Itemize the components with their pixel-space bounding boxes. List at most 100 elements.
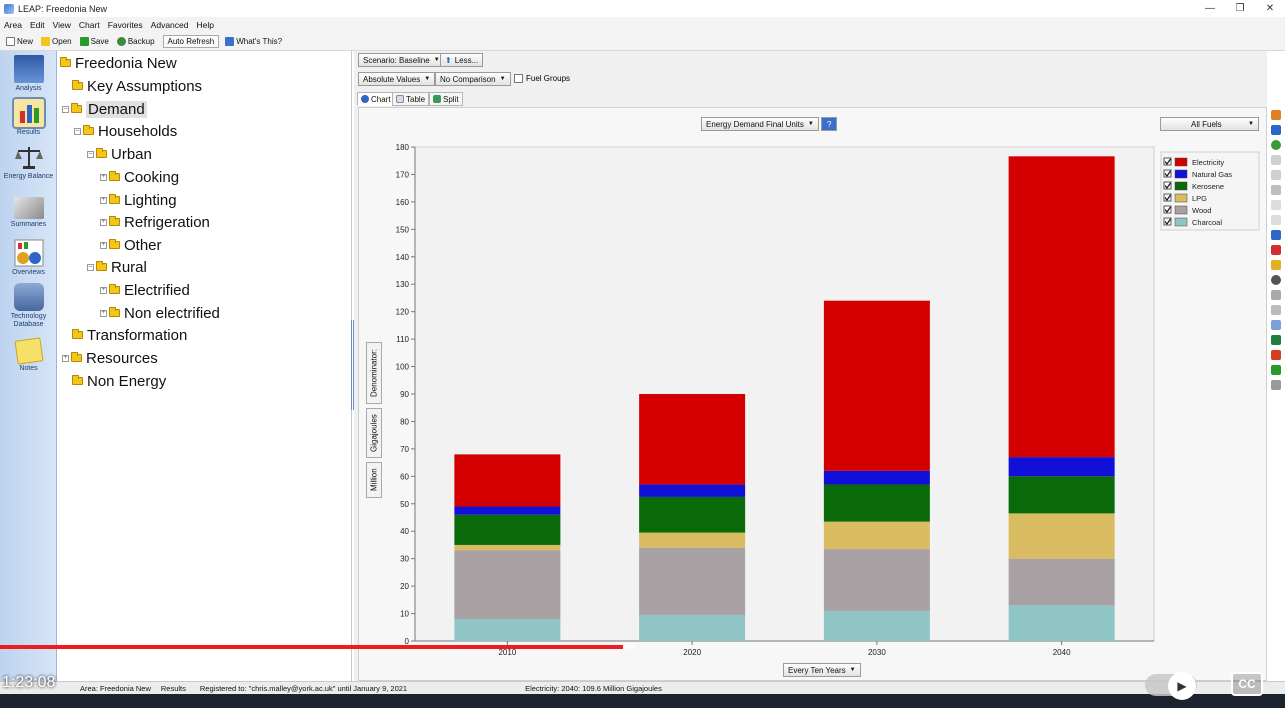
bar-segment-charcoal-2010 <box>454 619 561 641</box>
tree-node-lighting[interactable]: + Lighting <box>100 190 177 210</box>
scenario-dropdown[interactable]: Scenario: Baseline ▼ <box>358 53 445 67</box>
tree-node-resources[interactable]: + Resources <box>62 348 158 368</box>
backup-button[interactable]: Backup <box>115 36 157 47</box>
tab-split[interactable]: Split <box>429 92 463 106</box>
menu-favorites[interactable]: Favorites <box>104 20 147 30</box>
menu-view[interactable]: View <box>49 20 75 30</box>
tree-node-rural[interactable]: – Rural <box>87 257 147 277</box>
expand-icon[interactable]: + <box>100 241 107 249</box>
less-button[interactable]: ⬆ Less... <box>440 53 484 67</box>
menu-area[interactable]: Area <box>0 20 26 30</box>
font-size-icon[interactable] <box>1271 200 1281 210</box>
excel-icon[interactable] <box>1271 335 1281 345</box>
tab-chart[interactable]: Chart <box>357 92 395 106</box>
maximize-button[interactable]: ❐ <box>1225 0 1255 17</box>
stacked-icon[interactable] <box>1271 230 1281 240</box>
tree-node-non-energy[interactable]: Non Energy <box>72 371 166 391</box>
comparison-dropdown[interactable]: No Comparison ▼ <box>435 72 511 86</box>
expand-icon[interactable]: + <box>62 354 69 362</box>
tree-node-non-electrified[interactable]: + Non electrified <box>100 303 220 323</box>
expand-icon[interactable]: + <box>100 196 107 204</box>
interval-dropdown[interactable]: Every Ten Years ▼ <box>783 663 861 677</box>
x-tick-label: 2030 <box>868 648 886 657</box>
folder-icon <box>60 57 71 67</box>
status-bar: Area: Freedonia New Results Registered t… <box>0 681 1285 694</box>
video-progress-bar[interactable] <box>0 645 624 649</box>
tree-node-transformation[interactable]: Transformation <box>72 325 187 345</box>
vnav-technology-database-label: Technology Database <box>10 313 47 328</box>
captions-button[interactable]: CC <box>1231 672 1263 696</box>
settings-icon[interactable] <box>1271 380 1281 390</box>
collapse-icon[interactable]: – <box>62 105 69 113</box>
bar-segment-electricity-2010 <box>454 454 561 507</box>
axis-icon[interactable] <box>1271 170 1281 180</box>
vnav-notes[interactable]: Notes <box>0 337 57 373</box>
expand-icon[interactable]: + <box>100 173 107 181</box>
vnav-energy-balance[interactable]: Energy Balance <box>0 143 57 181</box>
tree-node-refrigeration[interactable]: + Refrigeration <box>100 212 210 232</box>
menu-advanced[interactable]: Advanced <box>147 20 193 30</box>
status-hover-value: Electricity: 2040: 109.6 Million Gigajou… <box>525 683 662 693</box>
legend-swatch <box>1174 217 1188 227</box>
vnav-summaries[interactable]: Summaries <box>0 197 57 229</box>
vnav-overviews[interactable]: Overviews <box>0 239 57 277</box>
bar-segment-wood-2010 <box>454 550 561 620</box>
menu-help[interactable]: Help <box>192 20 217 30</box>
tree-node-label: Refrigeration <box>124 213 210 231</box>
tree-node-urban[interactable]: – Urban <box>87 144 152 164</box>
tree-node-households[interactable]: – Households <box>74 121 177 141</box>
close-button[interactable]: ✕ <box>1255 0 1285 17</box>
whats-this-button[interactable]: What's This? <box>223 36 284 47</box>
font-small-icon[interactable] <box>1271 215 1281 225</box>
expand-icon[interactable]: + <box>100 309 107 317</box>
minimize-button[interactable]: — <box>1195 0 1225 17</box>
tree-node-electrified[interactable]: + Electrified <box>100 280 190 300</box>
absolute-values-dropdown[interactable]: Absolute Values ▼ <box>358 72 436 86</box>
open-button[interactable]: Open <box>39 36 74 47</box>
chart-type-icon[interactable] <box>1271 110 1281 120</box>
tree-node-cooking[interactable]: + Cooking <box>100 167 179 187</box>
legend-label: Charcoal <box>1192 218 1222 227</box>
tree-node-freedonia-new[interactable]: Freedonia New <box>60 53 177 73</box>
menu-edit[interactable]: Edit <box>26 20 49 30</box>
vnav-analysis[interactable]: Analysis <box>0 55 57 93</box>
copy-icon[interactable] <box>1271 305 1281 315</box>
pie-chart-icon[interactable] <box>1271 140 1281 150</box>
palette-icon[interactable] <box>1271 275 1281 285</box>
3d-icon[interactable] <box>1271 155 1281 165</box>
expand-icon[interactable]: + <box>100 286 107 294</box>
fuel-groups-checkbox[interactable]: Fuel Groups <box>514 74 570 83</box>
print-icon[interactable] <box>1271 290 1281 300</box>
menu-chart[interactable]: Chart <box>75 20 104 30</box>
y-tick-label: 140 <box>396 253 410 262</box>
open-label: Open <box>52 37 72 46</box>
save-icon <box>79 37 89 46</box>
collapse-icon[interactable]: – <box>74 127 81 135</box>
new-button[interactable]: New <box>4 36 35 47</box>
comparison-label: No Comparison <box>440 74 496 84</box>
vnav-technology-database[interactable]: Technology Database <box>0 283 57 329</box>
collapse-icon[interactable]: – <box>87 263 94 271</box>
play-icon[interactable]: ▶ <box>1168 672 1196 700</box>
less-label: Less... <box>454 55 479 65</box>
menu-bar: Area Edit View Chart Favorites Advanced … <box>0 17 1285 33</box>
tree-node-demand[interactable]: – Demand <box>62 99 147 119</box>
expand-icon[interactable]: + <box>100 218 107 226</box>
vnav-results[interactable]: Results <box>0 97 57 137</box>
grid-icon[interactable] <box>1271 245 1281 255</box>
folder-icon <box>109 307 120 317</box>
tab-table[interactable]: Table <box>392 92 430 106</box>
leap-app-icon <box>4 3 14 14</box>
save-chart-icon[interactable] <box>1271 365 1281 375</box>
log-scale-icon[interactable] <box>1271 185 1281 195</box>
tree-node-key-assumptions[interactable]: Key Assumptions <box>72 76 202 96</box>
export-icon[interactable] <box>1271 320 1281 330</box>
analysis-icon <box>13 55 44 83</box>
tree-node-other[interactable]: + Other <box>100 235 162 255</box>
bar-chart-icon[interactable] <box>1271 125 1281 135</box>
auto-refresh-button[interactable]: Auto Refresh <box>162 35 220 48</box>
color-icon[interactable] <box>1271 260 1281 270</box>
powerpoint-icon[interactable] <box>1271 350 1281 360</box>
save-button[interactable]: Save <box>78 36 111 47</box>
collapse-icon[interactable]: – <box>87 150 94 158</box>
